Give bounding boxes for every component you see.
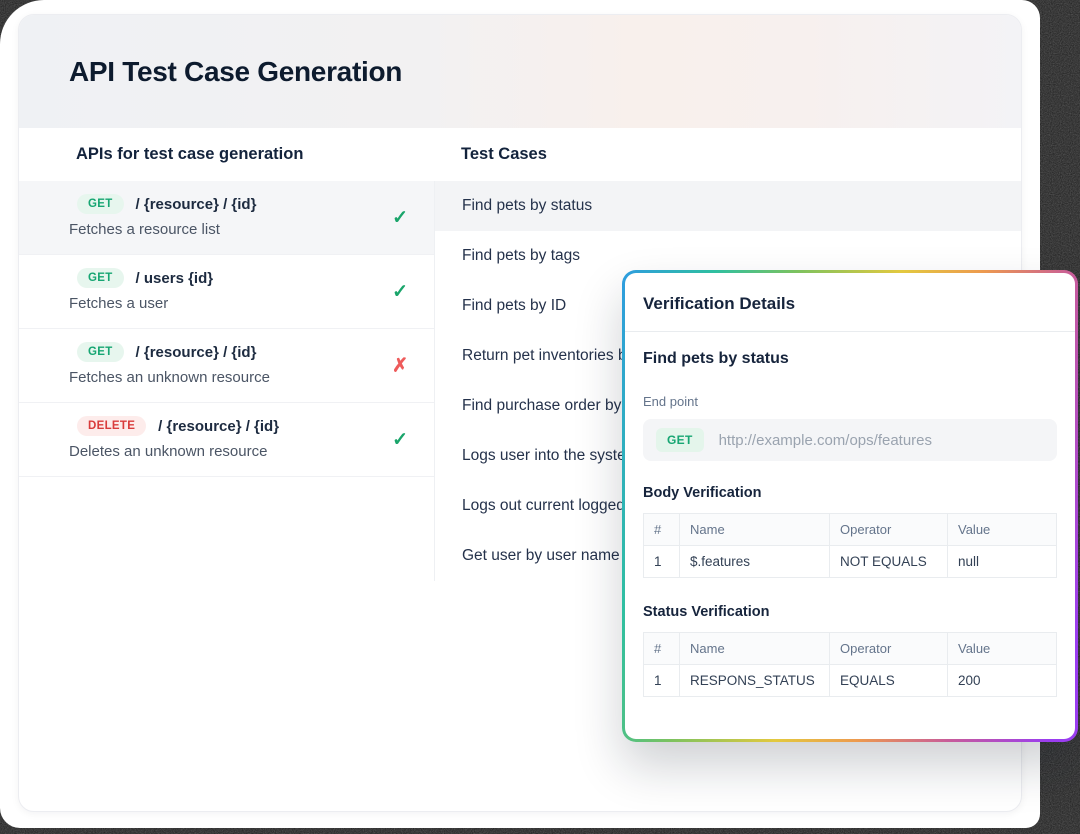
api-path: / {resource} / {id}: [158, 418, 279, 435]
endpoint-url: http://example.com/ops/features: [719, 432, 932, 449]
api-item[interactable]: GET / users {id} Fetches a user ✓: [19, 255, 434, 329]
cell-value: null: [948, 546, 1057, 578]
column-header-operator: Operator: [830, 514, 948, 546]
endpoint-method-badge: GET: [656, 428, 704, 452]
status-verification-table: # Name Operator Value 1 RESPONS_STATUS E…: [643, 632, 1057, 697]
cell-name: RESPONS_STATUS: [680, 665, 830, 697]
test-case-label: Find purchase order by ID: [462, 397, 641, 415]
check-icon: ✓: [392, 430, 408, 449]
method-badge: GET: [77, 342, 124, 362]
verification-panel: Verification Details Find pets by status…: [625, 273, 1075, 739]
columns-header: APIs for test case generation Test Cases: [19, 128, 1021, 181]
method-badge: DELETE: [77, 416, 146, 436]
table-row: 1 RESPONS_STATUS EQUALS 200: [644, 665, 1057, 697]
test-cases-section-title: Test Cases: [434, 145, 547, 164]
test-case-label: Get user by user name: [462, 547, 620, 565]
api-path: / {resource} / {id}: [136, 196, 257, 213]
cell-name: $.features: [680, 546, 830, 578]
column-header-value: Value: [948, 514, 1057, 546]
cross-icon: ✗: [392, 356, 408, 375]
cell-operator: EQUALS: [830, 665, 948, 697]
apis-section-title: APIs for test case generation: [19, 145, 434, 164]
verification-panel-body: Find pets by status End point GET http:/…: [625, 332, 1075, 715]
method-badge: GET: [77, 268, 124, 288]
api-item[interactable]: GET / {resource} / {id} Fetches a resour…: [19, 181, 434, 255]
check-icon: ✓: [392, 282, 408, 301]
card-header: API Test Case Generation: [19, 15, 1021, 128]
api-path: / {resource} / {id}: [136, 344, 257, 361]
verification-panel-gradient-border: Verification Details Find pets by status…: [622, 270, 1078, 742]
status-verification-heading: Status Verification: [643, 604, 1057, 620]
api-description: Fetches an unknown resource: [69, 369, 406, 386]
test-case-row[interactable]: Find pets by status: [435, 181, 1021, 231]
test-case-label: Find pets by ID: [462, 297, 566, 315]
cell-num: 1: [644, 665, 680, 697]
endpoint-label: End point: [643, 394, 1057, 409]
api-item[interactable]: DELETE / {resource} / {id} Deletes an un…: [19, 403, 434, 477]
body-verification-heading: Body Verification: [643, 485, 1057, 501]
api-description: Deletes an unknown resource: [69, 443, 406, 460]
cell-num: 1: [644, 546, 680, 578]
column-header-num: #: [644, 633, 680, 665]
cell-operator: NOT EQUALS: [830, 546, 948, 578]
api-description: Fetches a resource list: [69, 221, 406, 238]
check-icon: ✓: [392, 208, 408, 227]
body-verification-table: # Name Operator Value 1 $.features NOT E…: [643, 513, 1057, 578]
verification-panel-title: Verification Details: [643, 294, 1057, 314]
endpoint-input[interactable]: GET http://example.com/ops/features: [643, 419, 1057, 461]
api-item[interactable]: GET / {resource} / {id} Fetches an unkno…: [19, 329, 434, 403]
column-header-num: #: [644, 514, 680, 546]
page-title: API Test Case Generation: [69, 56, 402, 88]
verification-panel-header: Verification Details: [625, 273, 1075, 332]
test-case-label: Logs user into the system: [462, 447, 639, 465]
cell-value: 200: [948, 665, 1057, 697]
api-path: / users {id}: [136, 270, 214, 287]
test-case-label: Find pets by tags: [462, 247, 580, 265]
api-description: Fetches a user: [69, 295, 406, 312]
test-case-label: Find pets by status: [462, 197, 592, 215]
verification-test-name: Find pets by status: [643, 350, 1057, 368]
table-row: 1 $.features NOT EQUALS null: [644, 546, 1057, 578]
column-header-name: Name: [680, 514, 830, 546]
api-list: GET / {resource} / {id} Fetches a resour…: [19, 181, 434, 477]
column-header-operator: Operator: [830, 633, 948, 665]
column-header-value: Value: [948, 633, 1057, 665]
method-badge: GET: [77, 194, 124, 214]
column-header-name: Name: [680, 633, 830, 665]
